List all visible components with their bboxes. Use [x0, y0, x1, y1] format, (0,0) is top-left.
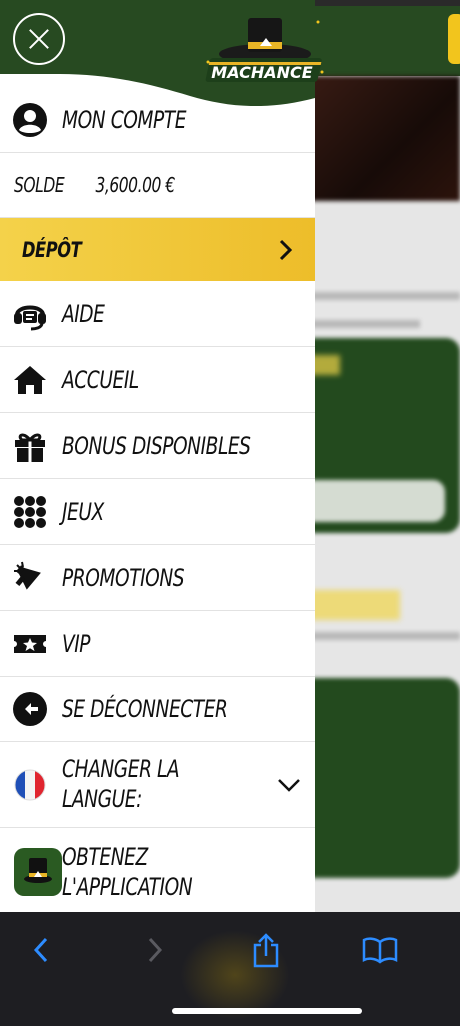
- logout-icon: [13, 692, 47, 726]
- menu-item-aide[interactable]: AIDE: [0, 281, 315, 347]
- chevron-down-icon: [278, 779, 300, 792]
- gift-icon: [13, 429, 47, 463]
- menu-item-label: AIDE: [62, 299, 105, 328]
- deposit-label: DÉPÔT: [22, 237, 82, 262]
- bookmarks-button[interactable]: [355, 925, 405, 975]
- share-icon: [253, 933, 279, 968]
- menu-item-label: JEUX: [62, 497, 104, 526]
- support-headset-icon: [13, 297, 47, 331]
- home-indicator: [172, 1008, 362, 1014]
- home-icon: [13, 363, 47, 397]
- background-text: [310, 632, 460, 640]
- get-app-label: OBTENEZ L'APPLICATION: [62, 843, 193, 901]
- background-gold-tab: [448, 14, 460, 64]
- background-highlight: [300, 590, 400, 620]
- balance-value: 3,600.00 €: [95, 173, 175, 197]
- background-text: [310, 320, 420, 328]
- megaphone-icon: [13, 561, 47, 595]
- deposit-button[interactable]: DÉPÔT: [0, 218, 315, 281]
- background-card: [300, 678, 460, 878]
- background-text: [310, 292, 460, 300]
- menu-item-vip[interactable]: VIP: [0, 611, 315, 677]
- back-chevron-icon: [33, 937, 48, 963]
- background-card-button: [300, 480, 445, 522]
- balance-row: SOLDE 3,600.00 €: [0, 153, 315, 218]
- menu-item-accueil[interactable]: ACCUEIL: [0, 347, 315, 413]
- menu-item-jeux[interactable]: JEUX: [0, 479, 315, 545]
- menu-item-promotions[interactable]: PROMOTIONS: [0, 545, 315, 611]
- menu-item-account[interactable]: MON COMPTE: [0, 88, 315, 153]
- menu-item-label: VIP: [62, 629, 91, 658]
- app-icon: [14, 848, 62, 896]
- logo-text: MACHANCE: [211, 63, 312, 82]
- menu-item-label: ACCUEIL: [62, 365, 139, 394]
- side-menu-drawer: MACHANCE MON COMPTE SOLDE 3,600.00 € DÉP…: [0, 0, 324, 912]
- language-selector[interactable]: CHANGER LA LANGUE:: [0, 742, 315, 828]
- menu-item-label: MON COMPTE: [62, 106, 187, 134]
- vip-ticket-icon: [13, 627, 47, 661]
- back-button[interactable]: [16, 925, 66, 975]
- menu-item-label: BONUS DISPONIBLES: [62, 431, 251, 460]
- forward-chevron-icon: [148, 937, 163, 963]
- menu-item-label: PROMOTIONS: [62, 563, 185, 592]
- share-button[interactable]: [241, 925, 291, 975]
- chevron-right-icon: [279, 239, 293, 260]
- balance-label: SOLDE: [14, 173, 65, 197]
- menu-item-bonus[interactable]: BONUS DISPONIBLES: [0, 413, 315, 479]
- machance-logo: MACHANCE: [205, 18, 324, 82]
- grid-dots-icon: [13, 495, 47, 529]
- bookmarks-icon: [362, 937, 398, 964]
- close-menu-button[interactable]: [13, 13, 65, 65]
- menu-item-label: SE DÉCONNECTER: [62, 695, 228, 723]
- forward-button[interactable]: [130, 925, 180, 975]
- background-hero-image: [300, 76, 460, 201]
- menu-item-logout[interactable]: SE DÉCONNECTER: [0, 677, 315, 742]
- language-label: CHANGER LA LANGUE:: [62, 755, 180, 813]
- france-flag-icon: [13, 768, 47, 802]
- get-app-link[interactable]: OBTENEZ L'APPLICATION: [0, 828, 315, 912]
- account-icon: [13, 103, 47, 137]
